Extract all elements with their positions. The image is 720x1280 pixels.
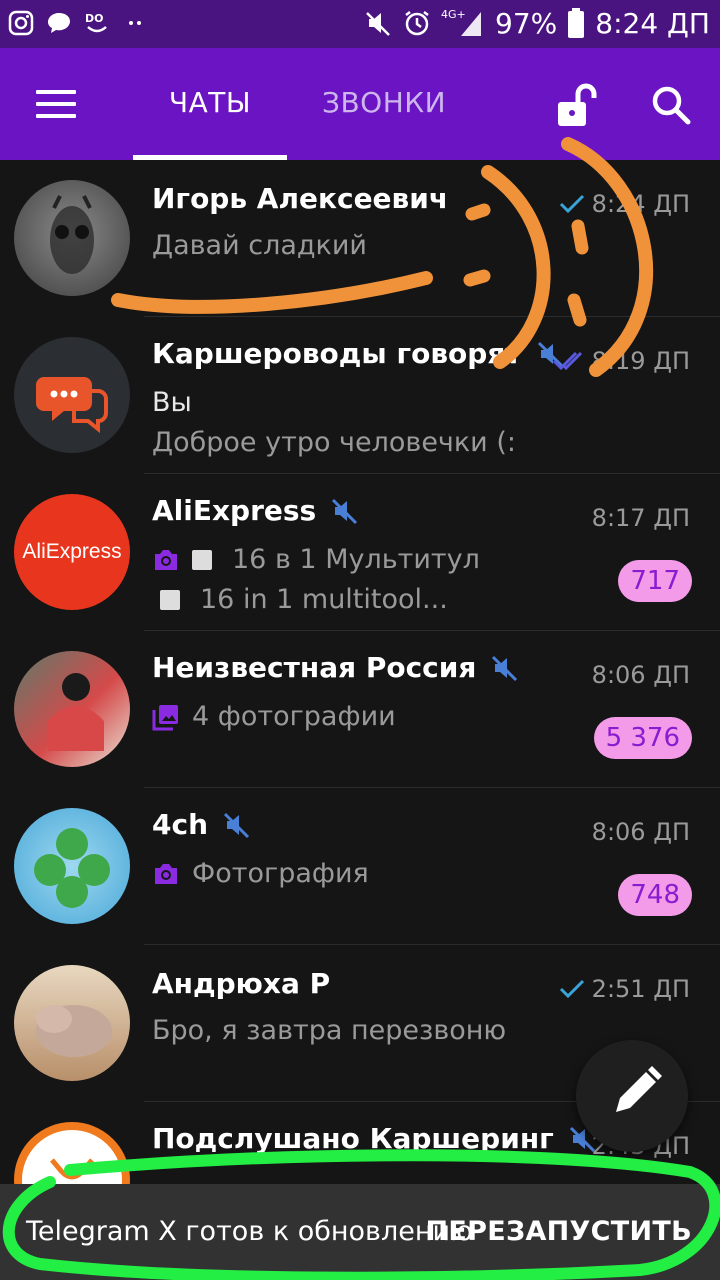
- time-text: 8:19 ДП: [591, 347, 690, 375]
- muted-icon: [332, 498, 358, 524]
- unread-badge: 717: [618, 560, 692, 602]
- mute-icon: [366, 12, 390, 36]
- hamburger-line: [36, 90, 76, 94]
- snackbar-message: Telegram X готов к обновлению: [26, 1216, 473, 1247]
- checkbox-emoji: [192, 549, 212, 570]
- chat-title: AliExpress: [152, 494, 317, 527]
- check-icon: [559, 979, 584, 999]
- chat-title: 4ch: [152, 808, 209, 841]
- chat-time: 8:19 ДП: [552, 347, 690, 375]
- avatar-image: [48, 673, 104, 751]
- time-text: 8:06 ДП: [591, 661, 690, 689]
- time-text: 2:51 ДП: [591, 975, 690, 1003]
- chat-preview: 4 фотографии: [152, 701, 396, 732]
- battery-icon: [568, 8, 585, 38]
- avatar: AliExpress: [14, 494, 130, 610]
- chat-bubbles-icon: [36, 377, 108, 434]
- status-bar: DO 4G+ 97% 8:24 ДП: [0, 0, 720, 48]
- instagram-icon: [8, 10, 34, 36]
- chat-title: Каршероводы говорят: [152, 337, 522, 370]
- unread-badge: 748: [618, 874, 692, 916]
- chat-preview: Доброе утро человечки (:: [152, 427, 516, 458]
- preview-text: Бро, я завтра перезвоню: [152, 1015, 507, 1046]
- chat-title-row: Подслушано Каршеринг: [152, 1122, 598, 1155]
- dots-icon: [129, 21, 141, 25]
- hamburger-line: [36, 114, 76, 118]
- avatar-logo-text: AliExpress: [22, 540, 122, 563]
- menu-button[interactable]: [36, 90, 76, 120]
- hamburger-line: [36, 102, 76, 106]
- chat-preview-second-line: 16 in 1 multitool...: [152, 584, 448, 615]
- check-icon: [559, 194, 584, 214]
- chat-item[interactable]: 4ch Фотография 8:06 ДП 748: [0, 788, 720, 945]
- restart-button[interactable]: ПЕРЕЗАПУСТИТЬ: [426, 1216, 693, 1247]
- time-text: 8:17 ДП: [591, 504, 690, 532]
- preview-text: Фотография: [192, 858, 369, 889]
- camera-icon: [155, 549, 177, 570]
- chat-title-row: Неизвестная Россия: [152, 651, 520, 684]
- chat-time: 8:17 ДП: [592, 504, 690, 532]
- svg-text:DO: DO: [85, 12, 103, 25]
- network-type-label: 4G+: [441, 8, 466, 21]
- chat-time: 8:24 ДП: [558, 190, 690, 218]
- chat-item[interactable]: Неизвестная Россия 4 фотографии 8:06 ДП …: [0, 631, 720, 788]
- time-text: 8:06 ДП: [591, 818, 690, 846]
- chat-preview: 16 в 1 Мультитул: [152, 544, 480, 575]
- app-bar: ЧАТЫ ЗВОНКИ: [0, 48, 720, 160]
- checkbox-emoji: [160, 589, 180, 610]
- chat-bubble-icon: [48, 13, 70, 33]
- battery-percent: 97%: [495, 6, 558, 40]
- preview-text: 16 in 1 multitool...: [200, 584, 448, 615]
- clock: 8:24 ДП: [595, 6, 710, 40]
- camera-icon: [155, 863, 177, 884]
- tab-calls[interactable]: ЗВОНКИ: [322, 86, 446, 119]
- photos-icon: [152, 704, 178, 730]
- chat-title: Подслушано Каршеринг: [152, 1122, 554, 1155]
- update-snackbar: Telegram X готов к обновлению ПЕРЕЗАПУСТ…: [0, 1184, 720, 1280]
- search-icon[interactable]: [650, 84, 692, 126]
- chat-title: Андрюха Р: [152, 967, 331, 1000]
- preview-text: Давай сладкий: [152, 230, 367, 261]
- compose-button[interactable]: [576, 1040, 688, 1152]
- preview-text: 4 фотографии: [192, 701, 396, 732]
- chat-title-row: 4ch: [152, 808, 252, 841]
- signal-icon: 4G+: [441, 8, 482, 36]
- chat-sender: Вы: [152, 387, 192, 418]
- avatar: [14, 180, 130, 296]
- chat-time: 2:51 ДП: [558, 975, 690, 1003]
- avatar: [14, 965, 130, 1081]
- app-badge-icon: DO: [85, 12, 107, 33]
- muted-icon: [492, 655, 518, 681]
- preview-text: Доброе утро человечки (:: [152, 427, 516, 458]
- alarm-icon: [405, 11, 429, 36]
- unread-badge: 5 376: [593, 717, 692, 759]
- chat-preview: Давай сладкий: [152, 230, 367, 261]
- chat-preview: Бро, я завтра перезвоню: [152, 1015, 506, 1046]
- avatar-image: [34, 828, 110, 908]
- chat-title: Игорь Алексеевич: [152, 182, 449, 215]
- chat-title-row: Каршероводы говорят: [152, 337, 566, 370]
- tab-chats[interactable]: ЧАТЫ: [152, 86, 268, 119]
- avatar-image: [36, 1005, 112, 1057]
- preview-text: 16 в 1 Мультитул: [232, 544, 480, 575]
- chat-title: Неизвестная Россия: [152, 651, 477, 684]
- time-text: 8:24 ДП: [591, 190, 690, 218]
- muted-icon: [223, 812, 250, 838]
- avatar: [14, 651, 130, 767]
- avatar: [14, 808, 130, 924]
- chat-preview: Фотография: [152, 858, 369, 889]
- chat-item[interactable]: AliExpress AliExpress 16 в 1 Мультитул 1…: [0, 474, 720, 631]
- chat-time: 8:06 ДП: [592, 661, 690, 689]
- avatar: [14, 337, 130, 453]
- pencil-icon: [616, 1066, 662, 1112]
- chat-time: 8:06 ДП: [592, 818, 690, 846]
- chat-item[interactable]: Каршероводы говорят Вы Доброе утро челов…: [0, 317, 720, 474]
- unlock-icon[interactable]: [552, 80, 602, 130]
- avatar-image: [50, 195, 94, 274]
- chat-item[interactable]: Игорь Алексеевич Давай сладкий 8:24 ДП: [0, 160, 720, 317]
- chat-title-row: AliExpress: [152, 494, 360, 527]
- double-check-icon: [552, 351, 582, 371]
- sender-text: Вы: [152, 387, 192, 418]
